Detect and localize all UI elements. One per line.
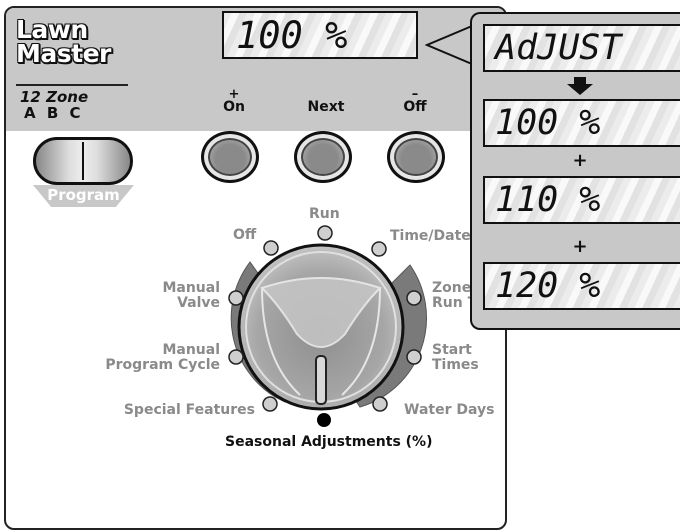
dial-label-time-date: Time/Date: [390, 228, 471, 244]
callout-screen-100: 100 %: [483, 99, 680, 147]
dial-label-water-days: Water Days: [404, 402, 495, 418]
dial-label-run: Run: [309, 206, 340, 222]
dial-label-off: Off: [233, 227, 257, 243]
callout-screen-110: 110 %: [483, 176, 680, 224]
dial-label-seasonal-adjustments: Seasonal Adjustments (%): [225, 434, 433, 450]
main-lcd-display: 100 %: [222, 11, 418, 59]
callout-pointer: [425, 24, 475, 66]
dial-pointer: [315, 355, 327, 405]
dial-label-special-features: Special Features: [123, 402, 255, 418]
callout-plus-1: +: [572, 150, 588, 171]
arrow-down-icon: [560, 75, 600, 102]
callout-screen-adjust: AdJUST: [483, 24, 680, 72]
callout-plus-2: +: [572, 236, 588, 257]
dial-label-manual-valve: Manual Valve: [162, 280, 220, 311]
dial-label-manual-program-cycle: Manual Program Cycle: [105, 342, 220, 373]
dial-label-start-times: Start Times: [432, 342, 479, 373]
callout-screen-120: 120 %: [483, 262, 680, 310]
selected-position-indicator: [317, 413, 331, 427]
